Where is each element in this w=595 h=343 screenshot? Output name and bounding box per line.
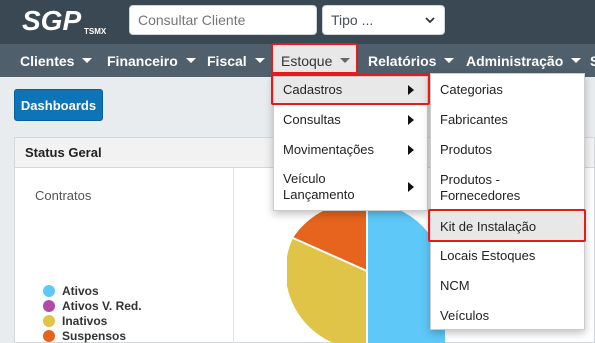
chart-title: Contratos: [35, 188, 92, 203]
menu-item-label: Movimentações: [283, 142, 375, 157]
top-bar: SGP TSMX Tipo ...: [0, 0, 595, 44]
legend-swatch: [43, 299, 55, 312]
caret-down-icon: [444, 58, 455, 63]
caret-down-icon: [571, 58, 582, 63]
cadastros-submenu: Categorias Fabricantes Produtos Produtos…: [430, 73, 585, 330]
type-select-value: Tipo ...: [331, 12, 374, 28]
nav-label: S: [590, 52, 595, 69]
menu-item-label: Veículos: [440, 308, 490, 323]
menu-item-veiculo-lancamento[interactable]: Veículo Lançamento: [274, 169, 427, 205]
chevron-down-icon: [425, 17, 435, 24]
logo-sub-text: TSMX: [84, 27, 107, 36]
menu-item-label: Locais Estoques: [440, 248, 536, 263]
nav-label: Clientes: [20, 52, 75, 69]
divider: [233, 168, 234, 343]
legend-swatch: [43, 284, 55, 297]
legend-label: Inativos: [62, 313, 108, 328]
nav-clientes[interactable]: Clientes: [20, 44, 93, 77]
menu-item-label: NCM: [440, 278, 470, 293]
chevron-right-icon: [408, 115, 414, 125]
menu-item-label: Produtos: [440, 142, 493, 157]
sgp-logo[interactable]: SGP TSMX: [22, 6, 112, 38]
menu-item-label: Categorias: [440, 82, 503, 97]
nav-label: Estoque: [281, 52, 333, 69]
logo-main-text: SGP: [22, 6, 81, 36]
legend-label: Ativos V. Red.: [62, 298, 142, 313]
menu-item-label: Cadastros: [283, 82, 343, 97]
type-select[interactable]: Tipo ...: [322, 5, 445, 35]
legend-item[interactable]: Ativos V. Red.: [43, 298, 142, 313]
legend-label: Ativos: [62, 283, 99, 298]
nav-label: Administração: [466, 52, 564, 69]
nav-more[interactable]: S: [590, 44, 595, 77]
menu-item-consultas[interactable]: Consultas: [274, 107, 427, 133]
dashboards-button[interactable]: Dashboards: [14, 89, 103, 121]
chevron-right-icon: [408, 85, 414, 95]
legend-label: Suspensos: [62, 328, 127, 343]
pie-chart: [287, 203, 445, 343]
chevron-right-icon: [408, 182, 414, 192]
chart-legend: Ativos Ativos V. Red. Inativos Suspensos: [43, 283, 142, 343]
legend-swatch: [43, 314, 55, 327]
menu-item-produtos-fornecedores[interactable]: Produtos - Fornecedores: [431, 166, 584, 210]
legend-swatch: [43, 329, 55, 342]
nav-label: Financeiro: [107, 52, 178, 69]
chevron-right-icon: [408, 145, 414, 155]
caret-down-icon: [340, 58, 351, 63]
menu-item-cadastros[interactable]: Cadastros: [274, 77, 427, 103]
nav-label: Fiscal: [207, 52, 247, 69]
menu-item-movimentacoes[interactable]: Movimentações: [274, 137, 427, 163]
legend-item[interactable]: Suspensos: [43, 328, 142, 343]
menu-item-label: Kit de Instalação: [440, 219, 537, 234]
menu-item-kit-instalacao[interactable]: Kit de Instalação: [431, 212, 584, 242]
caret-down-icon: [82, 58, 93, 63]
menu-item-fabricantes[interactable]: Fabricantes: [431, 106, 584, 134]
legend-item[interactable]: Ativos: [43, 283, 142, 298]
nav-label: Relatórios: [368, 52, 437, 69]
legend-item[interactable]: Inativos: [43, 313, 142, 328]
menu-item-categorias[interactable]: Categorias: [431, 76, 584, 104]
menu-item-veiculos[interactable]: Veículos: [431, 302, 584, 330]
dashboards-button-label: Dashboards: [20, 97, 97, 113]
menu-item-ncm[interactable]: NCM: [431, 272, 584, 300]
menu-item-label: Produtos - Fornecedores: [440, 172, 521, 203]
nav-financeiro[interactable]: Financeiro: [107, 44, 196, 77]
estoque-dropdown: Cadastros Consultas Movimentações Veícul…: [273, 76, 428, 211]
search-input[interactable]: [129, 5, 317, 35]
caret-down-icon: [254, 58, 265, 63]
menu-item-label: Fabricantes: [440, 112, 508, 127]
nav-fiscal[interactable]: Fiscal: [207, 44, 265, 77]
nav-estoque[interactable]: Estoque: [273, 44, 356, 77]
menu-item-label: Consultas: [283, 112, 341, 127]
menu-item-locais-estoques[interactable]: Locais Estoques: [431, 242, 584, 270]
caret-down-icon: [185, 58, 196, 63]
menu-item-produtos[interactable]: Produtos: [431, 136, 584, 164]
menu-item-label: Veículo Lançamento: [283, 171, 355, 202]
